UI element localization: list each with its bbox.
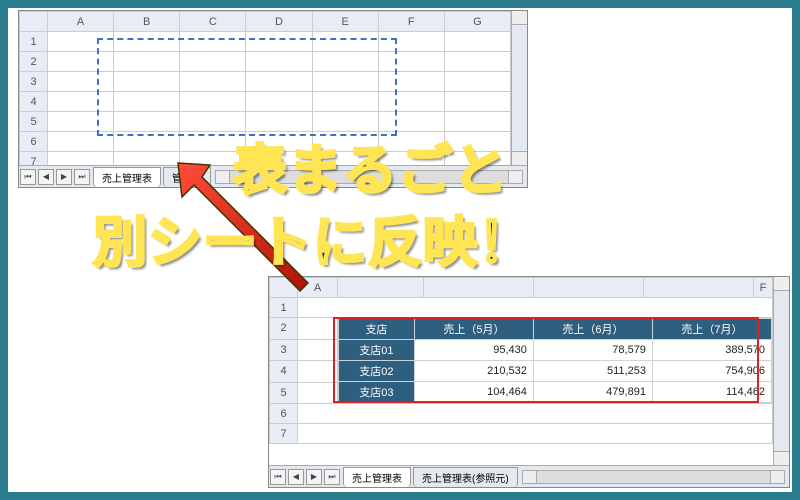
highlight-box: [333, 317, 759, 403]
sheet-tab-bar: ⏮ ◀ ▶ ⏭ 売上管理表 売上管理表(参照元): [269, 465, 789, 487]
tab-nav-last-icon[interactable]: ⏭: [74, 169, 90, 185]
scroll-down-icon[interactable]: [512, 151, 527, 165]
tab-nav-prev-icon[interactable]: ◀: [288, 469, 304, 485]
col-header[interactable]: E: [312, 12, 378, 32]
cell[interactable]: [298, 404, 773, 424]
col-header[interactable]: [644, 278, 754, 298]
select-all-corner[interactable]: [270, 278, 298, 298]
cell[interactable]: [298, 339, 338, 361]
cell[interactable]: [298, 424, 773, 444]
cell[interactable]: [298, 382, 338, 404]
col-header[interactable]: A: [298, 278, 338, 298]
scroll-up-icon[interactable]: [512, 11, 527, 25]
cell[interactable]: [378, 52, 444, 72]
cell[interactable]: [48, 92, 114, 112]
cell[interactable]: [378, 92, 444, 112]
cell[interactable]: [114, 52, 180, 72]
row-header[interactable]: 1: [20, 32, 48, 52]
row-header[interactable]: 1: [270, 298, 298, 318]
cell[interactable]: [378, 32, 444, 52]
row-header[interactable]: 4: [20, 92, 48, 112]
cell[interactable]: [298, 318, 338, 340]
col-header[interactable]: D: [246, 12, 312, 32]
cell[interactable]: [378, 72, 444, 92]
sheet-tab[interactable]: 売上管理表(参照元): [413, 467, 518, 487]
cell[interactable]: [114, 132, 180, 152]
row-header[interactable]: 6: [20, 132, 48, 152]
cell[interactable]: [48, 52, 114, 72]
excel-window-bottom: A F 1 2 支店 売上（5月） 売上（6月） 売上（7月） 支店0: [268, 276, 790, 488]
cell[interactable]: [48, 72, 114, 92]
select-all-corner[interactable]: [20, 12, 48, 32]
cell[interactable]: [48, 32, 114, 52]
scroll-up-icon[interactable]: [774, 277, 789, 291]
headline-line2: 別シートに反映！: [93, 198, 533, 277]
row-header[interactable]: 3: [270, 339, 298, 361]
cell[interactable]: [114, 32, 180, 52]
cell[interactable]: [298, 361, 338, 383]
cell[interactable]: [246, 32, 312, 52]
tab-nav-last-icon[interactable]: ⏭: [324, 469, 340, 485]
tab-nav-first-icon[interactable]: ⏮: [20, 169, 36, 185]
canvas: A B C D E F G 1 2 3 4 5 6 7 ⏮ ◀ ▶ ⏭ 売上管理…: [8, 8, 792, 492]
col-header[interactable]: [424, 278, 534, 298]
cell[interactable]: [312, 52, 378, 72]
cell[interactable]: [246, 52, 312, 72]
sheet-tab[interactable]: 売上管理表: [343, 467, 411, 487]
tab-nav-prev-icon[interactable]: ◀: [38, 169, 54, 185]
sheet-tab[interactable]: 管理表: [163, 167, 211, 187]
scroll-down-icon[interactable]: [774, 451, 789, 465]
cell[interactable]: [444, 72, 510, 92]
col-header[interactable]: B: [114, 12, 180, 32]
cell[interactable]: [312, 32, 378, 52]
row-header[interactable]: 7: [270, 424, 298, 444]
cell[interactable]: [114, 72, 180, 92]
tab-nav-first-icon[interactable]: ⏮: [270, 469, 286, 485]
cell[interactable]: [298, 298, 773, 318]
vertical-scrollbar[interactable]: [511, 11, 527, 165]
cell[interactable]: [180, 52, 246, 72]
cell[interactable]: [180, 92, 246, 112]
col-header[interactable]: G: [444, 12, 510, 32]
cell[interactable]: [114, 112, 180, 132]
cell[interactable]: [48, 112, 114, 132]
horizontal-scrollbar[interactable]: [522, 470, 785, 484]
col-header[interactable]: [338, 278, 424, 298]
cell[interactable]: [444, 32, 510, 52]
row-header[interactable]: 5: [20, 112, 48, 132]
row-header[interactable]: 3: [20, 72, 48, 92]
tab-nav-next-icon[interactable]: ▶: [306, 469, 322, 485]
cell[interactable]: [444, 92, 510, 112]
row-header[interactable]: 4: [270, 361, 298, 383]
row-header[interactable]: 2: [270, 318, 298, 340]
cell[interactable]: [114, 92, 180, 112]
vertical-scrollbar[interactable]: [773, 277, 789, 465]
col-header[interactable]: [534, 278, 644, 298]
cell[interactable]: [246, 92, 312, 112]
cell[interactable]: [48, 132, 114, 152]
col-header[interactable]: F: [378, 12, 444, 32]
cell[interactable]: [246, 72, 312, 92]
col-header[interactable]: F: [754, 278, 773, 298]
row-header[interactable]: 5: [270, 382, 298, 404]
sheet-tab[interactable]: 売上管理表: [93, 167, 161, 187]
row-header[interactable]: 2: [20, 52, 48, 72]
col-header[interactable]: A: [48, 12, 114, 32]
cell[interactable]: [180, 72, 246, 92]
headline-line1: 表まるごと: [233, 126, 508, 205]
col-header[interactable]: C: [180, 12, 246, 32]
row-header[interactable]: 6: [270, 404, 298, 424]
cell[interactable]: [312, 72, 378, 92]
cell[interactable]: [180, 32, 246, 52]
tab-nav-next-icon[interactable]: ▶: [56, 169, 72, 185]
cell[interactable]: [312, 92, 378, 112]
cell[interactable]: [444, 52, 510, 72]
